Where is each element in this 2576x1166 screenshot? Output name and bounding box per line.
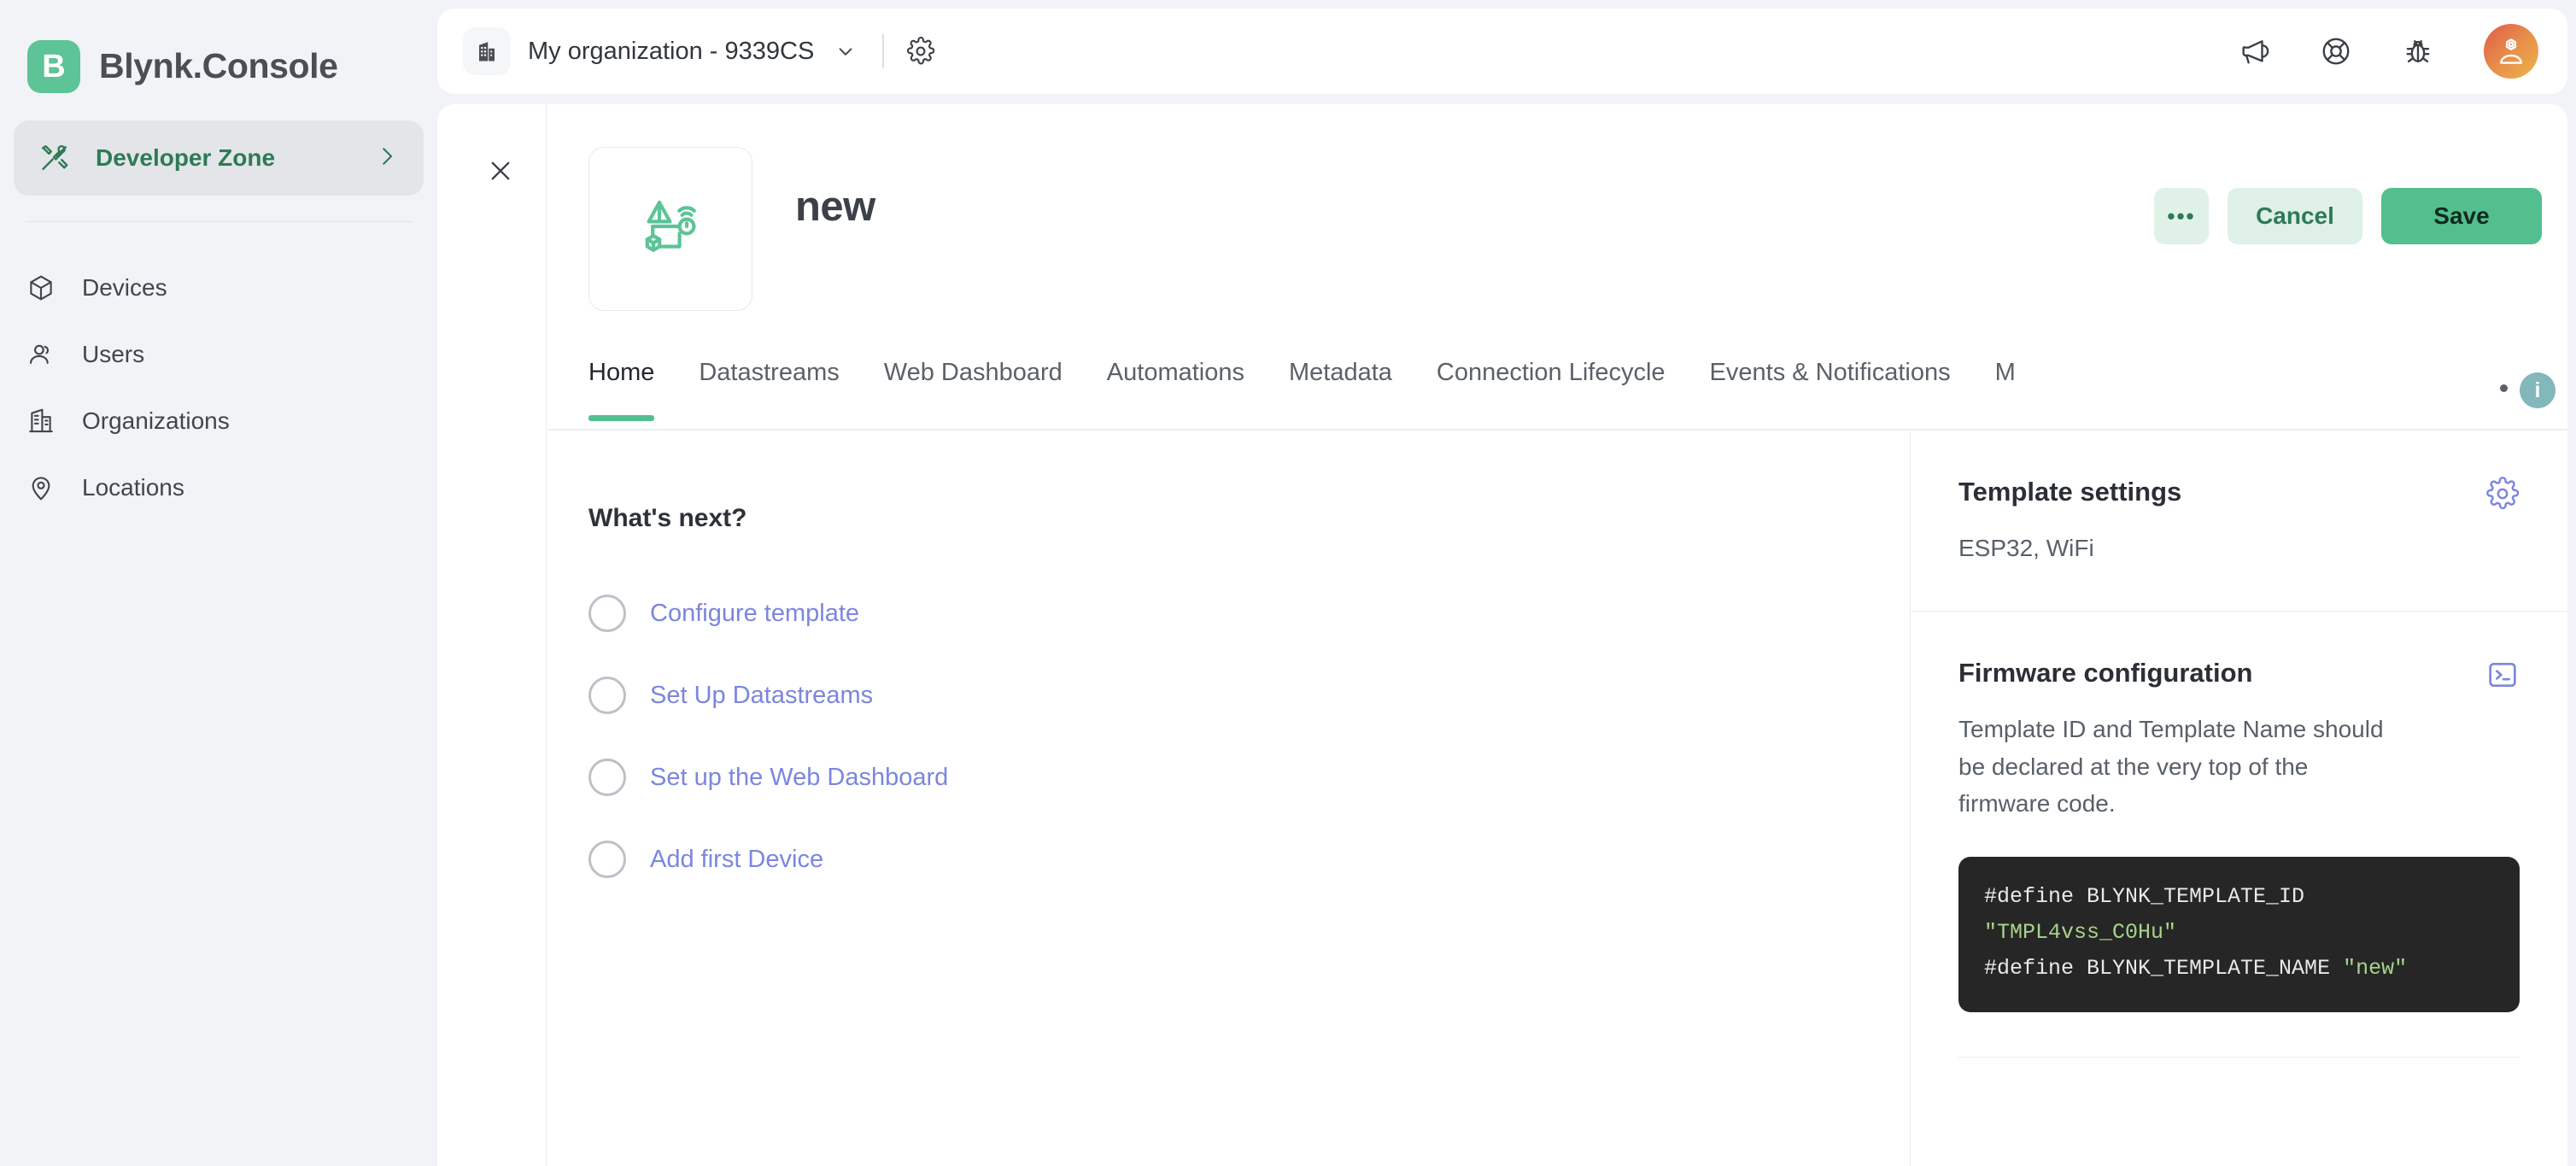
save-button[interactable]: Save [2381,188,2542,244]
template-settings-title: Template settings [1958,477,2182,507]
sidebar-item-users[interactable]: Users [0,321,437,388]
checklist-item-label: Set up the Web Dashboard [650,763,949,791]
sidebar-item-label: Organizations [82,407,230,434]
sidebar-item-label: Locations [82,474,184,501]
template-settings-header: Template settings [1958,477,2520,511]
template-editor-panel: new ••• Cancel Save Home Datastreams Web… [437,104,2567,1166]
gear-icon[interactable] [2485,477,2520,511]
megaphone-icon[interactable] [2238,35,2270,67]
tab-overflow-dot-icon [2500,384,2508,392]
avatar[interactable] [2484,24,2538,79]
checklist-item-add-first-device[interactable]: Add first Device [588,818,1910,900]
sidebar-divider [26,221,412,222]
cancel-button[interactable]: Cancel [2228,188,2362,244]
brand-name: Blynk.Console [99,46,338,85]
home-tab-content: What's next? Configure template Set Up D… [547,431,1910,1166]
cube-icon [26,272,56,303]
firmware-card-divider [1958,1056,2520,1058]
lifebuoy-icon[interactable] [2320,35,2352,67]
top-bar: My organization - 9339CS [437,9,2567,94]
tab-connection-lifecycle[interactable]: Connection Lifecycle [1437,349,1666,387]
template-settings-card: Template settings ESP32, WiFi [1911,431,2567,611]
tab-metadata[interactable]: Metadata [1289,349,1392,387]
building-icon [26,406,56,437]
topbar-actions [2238,24,2567,79]
tab-bar: Home Datastreams Web Dashboard Automatio… [547,349,2567,429]
panel-body: new ••• Cancel Save Home Datastreams Web… [547,104,2567,1166]
checklist-item-label: Configure template [650,599,860,627]
code-define-template-name: #define BLYNK_TEMPLATE_NAME [1984,955,2331,981]
chevron-right-icon [374,144,400,173]
sidebar-item-devices[interactable]: Devices [0,255,437,321]
firmware-configuration-header: Firmware configuration [1958,658,2520,692]
checklist-item-label: Add first Device [650,845,824,873]
tab-list: Home Datastreams Web Dashboard Automatio… [547,349,2567,429]
brand-logo[interactable]: B Blynk.Console [0,0,437,107]
template-header: new ••• Cancel Save [547,104,2567,311]
checklist-item-set-up-datastreams[interactable]: Set Up Datastreams [588,654,1910,736]
more-options-button[interactable]: ••• [2154,188,2209,244]
sidebar-nav: Devices Users Organizations Locations [0,255,437,521]
location-pin-icon [26,472,56,503]
header-actions: ••• Cancel Save [2154,188,2542,244]
iot-template-icon[interactable] [588,147,752,311]
terminal-icon[interactable] [2485,658,2520,692]
organization-name: My organization - 9339CS [528,37,815,65]
code-define-template-id: #define BLYNK_TEMPLATE_ID [1984,883,2305,909]
sidebar-item-label: Users [82,341,145,367]
firmware-configuration-card: Firmware configuration Template ID and T… [1911,611,2567,1058]
info-badge[interactable]: i [2520,372,2556,408]
page-title: new [795,184,875,230]
tab-home[interactable]: Home [588,349,655,421]
organization-settings-button[interactable] [906,37,935,66]
tools-icon [39,143,70,173]
checklist-item-label: Set Up Datastreams [650,681,874,709]
organization-selector[interactable]: My organization - 9339CS [463,27,857,75]
checkbox-circle-icon[interactable] [588,759,626,796]
code-template-id-value: "TMPL4vss_C0Hu" [1984,919,2177,945]
sidebar-item-developer-zone[interactable]: Developer Zone [14,120,424,196]
sidebar: B Blynk.Console Developer Zone Devices U… [0,0,437,1166]
sidebar-item-locations[interactable]: Locations [0,454,437,521]
checkbox-circle-icon[interactable] [588,841,626,878]
firmware-code-block[interactable]: #define BLYNK_TEMPLATE_ID "TMPL4vss_C0Hu… [1958,856,2520,1012]
firmware-configuration-title: Firmware configuration [1958,658,2253,688]
code-template-name-value: "new" [2343,955,2408,981]
building-icon [463,27,511,75]
sidebar-item-label: Developer Zone [96,144,276,171]
whats-next-checklist: Configure template Set Up Datastreams Se… [588,572,1910,900]
checkbox-circle-icon[interactable] [588,595,626,632]
tab-events-notifications[interactable]: Events & Notifications [1710,349,1951,387]
content-area: What's next? Configure template Set Up D… [547,431,2567,1166]
chevron-down-icon [834,40,857,62]
brand-mark-icon: B [27,39,80,93]
template-settings-subtitle: ESP32, WiFi [1958,535,2094,561]
tab-datastreams[interactable]: Datastreams [699,349,839,387]
tab-web-dashboard[interactable]: Web Dashboard [884,349,1063,387]
tab-more-truncated[interactable]: M [1995,349,2016,387]
topbar-divider [882,34,885,68]
users-icon [26,339,56,370]
side-info-column: Template settings ESP32, WiFi Firmware c… [1910,431,2567,1166]
checklist-item-configure-template[interactable]: Configure template [588,572,1910,654]
checklist-item-set-up-web-dashboard[interactable]: Set up the Web Dashboard [588,736,1910,818]
bug-icon[interactable] [2402,35,2434,67]
sidebar-item-organizations[interactable]: Organizations [0,388,437,454]
firmware-configuration-description: Template ID and Template Name should be … [1958,716,2384,817]
sidebar-item-label: Devices [82,274,167,301]
close-column [437,104,547,1166]
checkbox-circle-icon[interactable] [588,677,626,714]
close-icon[interactable] [482,152,519,190]
whats-next-title: What's next? [588,504,747,532]
tab-automations[interactable]: Automations [1107,349,1244,387]
